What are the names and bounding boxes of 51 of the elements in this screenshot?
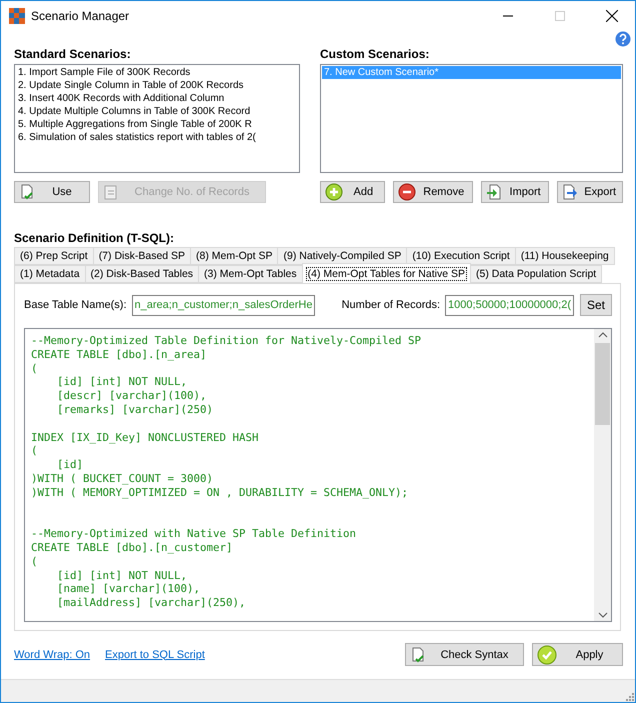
input-field[interactable]: n_area;n_customer;n_salesOrderHe	[132, 294, 316, 316]
section-label: Standard Scenarios:	[14, 47, 132, 61]
tab[interactable]: (3) Mem-Opt Tables	[198, 265, 303, 283]
list-item[interactable]: 1. Import Sample File of 300K Records	[16, 66, 298, 79]
maximize-icon	[555, 11, 565, 21]
set-button[interactable]: Set	[580, 294, 612, 316]
toolbar-button[interactable]: Import	[480, 181, 550, 203]
tab[interactable]: (10) Execution Script	[406, 247, 516, 265]
tab[interactable]: (11) Housekeeping	[514, 247, 615, 265]
document-check-icon	[410, 646, 426, 662]
list-item[interactable]: 3. Insert 400K Records with Additional Column	[16, 92, 298, 105]
import-icon	[486, 184, 502, 200]
field-label: Number of Records:	[342, 299, 440, 311]
toolbar-button[interactable]: Remove	[392, 181, 473, 203]
check-circle-icon	[537, 644, 557, 664]
list-item[interactable]: 2. Update Single Column in Table of 200K Records	[16, 79, 298, 92]
action-button[interactable]: Check Syntax	[405, 643, 524, 666]
code-text: --Memory-Optimized Table Definition for Natively-Compiled SP CREATE TABLE [dbo].[n_area] ( [id] [int] NOT NULL, [descr] [varchar](100), [remarks] [varchar](250) INDEX [IX_ID_Key] NONCLUSTERED HASH ( [id] )WITH ( BUCKET_COUNT = 3000) )WITH ( MEMORY_OPTIMIZED = ON , DURABILITY = SCHEMA_ONLY); --Memory-Optimized with Native SP Table Definition CREATE TABLE [dbo].[n_customer] ( [id] [int] NOT NULL, [name] [varchar](100), [mailAddress] [varchar](250),	[30, 333, 422, 612]
help-icon[interactable]	[615, 31, 631, 47]
tab[interactable]: (9) Natively-Compiled SP	[277, 247, 408, 265]
scrollbar[interactable]	[594, 329, 611, 621]
scroll-thumb[interactable]	[595, 343, 610, 425]
list-item[interactable]: 5. Multiple Aggregations from Single Table of 200K R	[16, 118, 298, 131]
tab[interactable]: (4) Mem-Opt Tables for Native SP	[302, 263, 471, 283]
window-title: Scenario Manager	[31, 9, 130, 23]
section-label: Scenario Definition (T-SQL):	[14, 231, 176, 245]
list-item[interactable]: 4. Update Multiple Columns in Table of 300K Record	[16, 105, 298, 118]
export-icon	[562, 184, 578, 200]
section-label: Custom Scenarios:	[320, 47, 430, 61]
toolbar-button[interactable]: Export	[557, 181, 623, 203]
minus-icon	[398, 183, 416, 201]
app-icon	[9, 8, 25, 24]
plus-icon	[325, 183, 343, 201]
tab[interactable]: (2) Disk-Based Tables	[84, 265, 200, 283]
toolbar-button[interactable]: Add	[320, 181, 385, 203]
toolbar-button[interactable]: Use	[14, 181, 90, 203]
close-icon	[606, 10, 618, 22]
resize-grip-icon	[625, 692, 635, 702]
tab[interactable]: (7) Disk-Based SP	[92, 247, 192, 265]
code-editor[interactable]	[24, 328, 612, 622]
link[interactable]: Export to SQL Script	[105, 648, 205, 660]
list-item[interactable]: 6. Simulation of sales statistics report with tables of 2(	[16, 131, 298, 144]
tab[interactable]: (6) Prep Script	[14, 247, 94, 265]
link[interactable]: Word Wrap: On	[14, 648, 90, 660]
input-field[interactable]: 1000;50000;10000000;2(	[445, 294, 574, 316]
tab[interactable]: (8) Mem-Opt SP	[190, 247, 278, 265]
tab[interactable]: (5) Data Population Script	[470, 265, 602, 283]
tab[interactable]: (1) Metadata	[14, 265, 86, 283]
field-label: Base Table Name(s):	[24, 299, 127, 311]
action-button[interactable]: Apply	[532, 643, 623, 666]
document-check-icon	[19, 184, 35, 200]
